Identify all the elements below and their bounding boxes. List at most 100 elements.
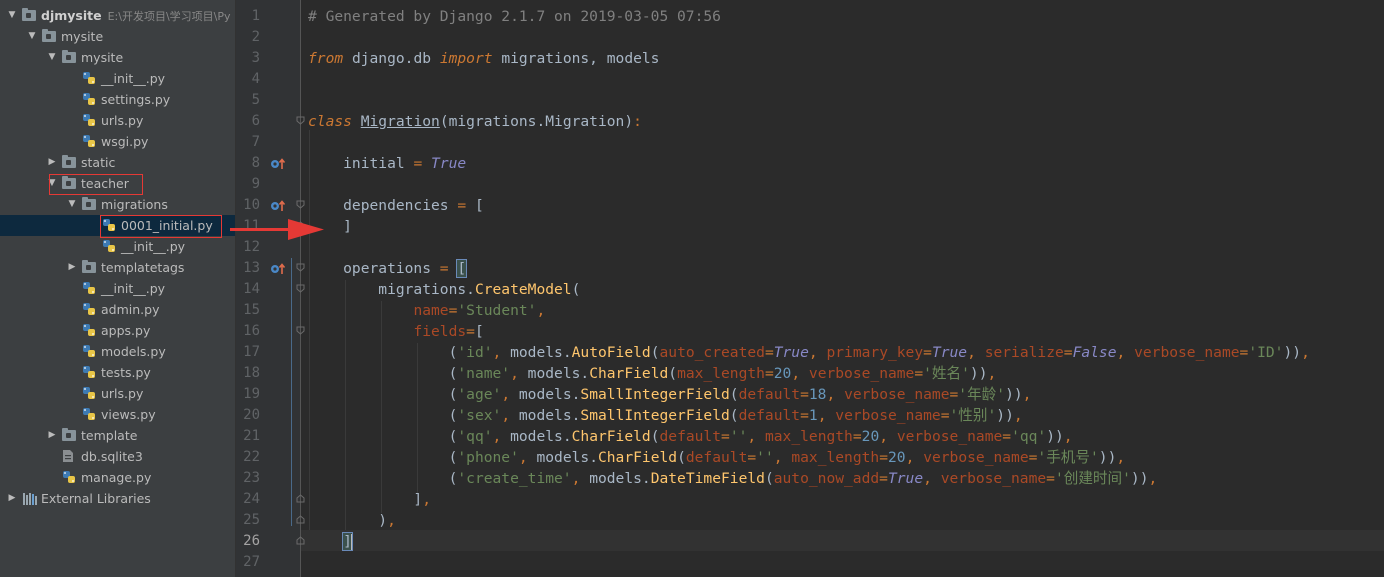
overrides-icon[interactable]: [270, 262, 288, 276]
expand-arrow-down-icon[interactable]: ▼: [26, 26, 38, 47]
code-line[interactable]: dependencies = [: [308, 195, 484, 216]
code-token: =: [439, 260, 449, 277]
code-token: verbose_name: [808, 365, 915, 382]
tree-item[interactable]: views.py: [0, 404, 235, 425]
tree-item-label: __init__.py: [101, 68, 165, 89]
code-token: ,: [492, 428, 502, 445]
tree-item[interactable]: manage.py: [0, 467, 235, 488]
tree-item[interactable]: db.sqlite3: [0, 446, 235, 467]
tree-item[interactable]: __init__.py: [0, 68, 235, 89]
folder-icon: [42, 29, 56, 42]
expand-arrow-down-icon[interactable]: ▼: [66, 194, 78, 215]
annotation-arrow-icon: [230, 219, 324, 240]
code-line[interactable]: ('qq', models.CharField(default='', max_…: [308, 426, 1073, 447]
expand-arrow-down-icon[interactable]: ▼: [6, 5, 18, 26]
tree-item[interactable]: urls.py: [0, 110, 235, 131]
code-line[interactable]: ]: [308, 531, 353, 552]
tree-item-name: urls.py: [101, 386, 144, 401]
code-line[interactable]: from django.db import migrations, models: [308, 48, 659, 69]
code-token: ,: [501, 386, 511, 403]
expand-arrow-right-icon[interactable]: ▶: [6, 488, 18, 509]
expand-arrow-right-icon[interactable]: ▶: [66, 257, 78, 278]
tree-item-label: __init__.py: [101, 278, 165, 299]
code-token: SmallIntegerField: [580, 386, 730, 403]
code-line[interactable]: operations = [: [308, 258, 468, 279]
code-line[interactable]: ('create_time', models.DateTimeField(aut…: [308, 468, 1158, 489]
code-token: ,: [1148, 470, 1158, 487]
code-token: ,: [1063, 428, 1073, 445]
tree-item[interactable]: wsgi.py: [0, 131, 235, 152]
code-line[interactable]: ('id', models.AutoField(auto_created=Tru…: [308, 342, 1310, 363]
tree-item-name: __init__.py: [101, 281, 166, 296]
tree-item[interactable]: urls.py: [0, 383, 235, 404]
overrides-icon[interactable]: [270, 157, 288, 171]
fold-marker-icon[interactable]: [296, 116, 305, 125]
fold-end-marker-icon[interactable]: [296, 536, 305, 545]
code-line[interactable]: ('sex', models.SmallIntegerField(default…: [308, 405, 1023, 426]
tree-item[interactable]: __init__.py: [0, 278, 235, 299]
fold-marker-icon[interactable]: [296, 326, 305, 335]
tree-item[interactable]: admin.py: [0, 299, 235, 320]
code-line[interactable]: class Migration(migrations.Migration):: [308, 111, 642, 132]
code-line[interactable]: ],: [308, 489, 431, 510]
fold-marker-icon[interactable]: [296, 263, 305, 272]
code-line[interactable]: ('name', models.CharField(max_length=20,…: [308, 363, 997, 384]
tree-item[interactable]: __init__.py: [0, 236, 235, 257]
fold-marker-icon[interactable]: [296, 284, 305, 293]
line-number: 8: [251, 155, 260, 171]
code-token: =: [949, 386, 959, 403]
code-line[interactable]: ),: [308, 510, 396, 531]
code-token: AutoField: [571, 344, 651, 361]
code-token: verbose_name: [1134, 344, 1240, 361]
code-token: import: [439, 50, 493, 67]
tree-item[interactable]: models.py: [0, 341, 235, 362]
code-token: )): [1005, 386, 1023, 403]
fold-end-marker-icon[interactable]: [296, 515, 305, 524]
overrides-icon[interactable]: [270, 199, 288, 213]
fold-marker-icon[interactable]: [296, 200, 305, 209]
expand-arrow-right-icon[interactable]: ▶: [46, 425, 58, 446]
tree-item[interactable]: ▼ migrations: [0, 194, 235, 215]
tree-item[interactable]: ▶ External Libraries: [0, 488, 235, 509]
fold-end-marker-icon[interactable]: [296, 494, 305, 503]
line-number: 10: [243, 197, 260, 213]
expand-arrow-down-icon[interactable]: ▼: [46, 47, 58, 68]
tree-item[interactable]: tests.py: [0, 362, 235, 383]
tree-item[interactable]: ▶ templatetags: [0, 257, 235, 278]
line-number: 23: [243, 470, 260, 486]
tree-item[interactable]: ▶ static: [0, 152, 235, 173]
tree-item[interactable]: ▼ djmysite E:\开发项目\学习项目\Py: [0, 5, 235, 26]
line-number: 7: [251, 134, 260, 150]
code-line[interactable]: fields=[: [308, 321, 483, 342]
code-token: (: [308, 386, 458, 403]
tree-item[interactable]: settings.py: [0, 89, 235, 110]
code-line[interactable]: # Generated by Django 2.1.7 on 2019-03-0…: [308, 6, 721, 27]
code-line[interactable]: initial = True: [308, 153, 466, 174]
code-token: )): [969, 365, 988, 382]
folder-icon: [62, 50, 76, 63]
code-token: 'phone': [457, 449, 519, 466]
project-tree-panel[interactable]: ▼ djmysite E:\开发项目\学习项目\Py ▼ mysite ▼ mysite __…: [0, 0, 236, 577]
folder-icon: [62, 155, 76, 168]
code-token: default: [738, 407, 801, 424]
tree-item-name: migrations: [101, 197, 168, 212]
expand-arrow-right-icon[interactable]: ▶: [46, 152, 58, 173]
code-token: ,: [1013, 407, 1023, 424]
line-number: 17: [243, 344, 260, 360]
code-token: =: [852, 428, 862, 445]
code-token: class: [308, 113, 352, 130]
code-line[interactable]: name='Student',: [308, 300, 545, 321]
tree-item[interactable]: ▼ mysite: [0, 47, 235, 68]
code-line[interactable]: ('age', models.SmallIntegerField(default…: [308, 384, 1032, 405]
code-line[interactable]: migrations.CreateModel(: [308, 279, 580, 300]
code-token: auto_now_add: [773, 470, 880, 487]
tree-item[interactable]: apps.py: [0, 320, 235, 341]
code-line[interactable]: ('phone', models.CharField(default='', m…: [308, 447, 1126, 468]
code-token: django.db: [343, 50, 440, 67]
tree-item[interactable]: ▼ mysite: [0, 26, 235, 47]
tree-item[interactable]: ▶ template: [0, 425, 235, 446]
python-file-icon: [83, 324, 95, 336]
code-token: (: [308, 449, 458, 466]
